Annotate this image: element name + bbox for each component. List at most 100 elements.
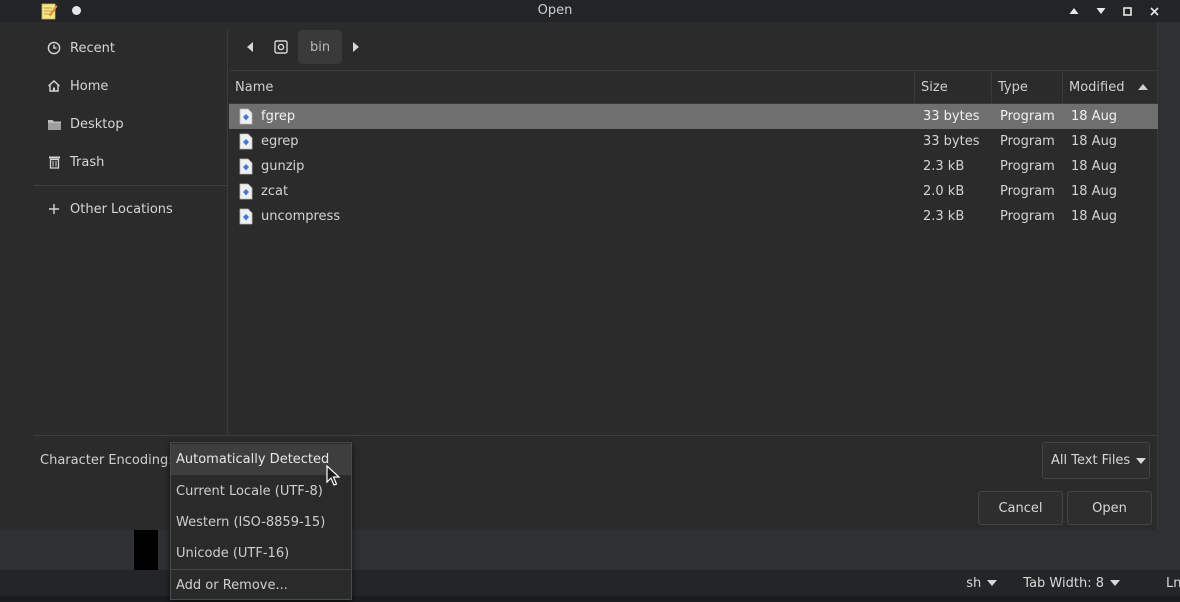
sidebar-item-label: Recent: [70, 40, 115, 56]
path-forward-button[interactable]: [342, 32, 370, 62]
shade-up-button[interactable]: [1060, 2, 1087, 20]
sidebar-item-trash[interactable]: Trash: [46, 150, 104, 174]
sidebar-item-home[interactable]: Home: [46, 74, 108, 98]
column-header-label: Modified: [1069, 80, 1125, 95]
file-row[interactable]: egrep 33 bytes Program 18 Aug: [229, 129, 1158, 154]
file-modified: 18 Aug: [1071, 159, 1118, 174]
file-size: 33 bytes: [923, 134, 980, 149]
file-row[interactable]: fgrep 33 bytes Program 18 Aug: [229, 104, 1158, 129]
encoding-add-remove-item[interactable]: Add or Remove...: [171, 570, 351, 601]
chevron-right-icon: [353, 42, 360, 52]
encoding-option-western[interactable]: Western (ISO-8859-15): [171, 507, 351, 538]
file-list: Name Size Type Modified fgrep 33 bytes P…: [229, 70, 1158, 435]
drive-icon: [274, 40, 288, 54]
sidebar-item-label: Other Locations: [70, 201, 173, 217]
sidebar-item-desktop[interactable]: Desktop: [46, 112, 124, 136]
executable-file-icon: [239, 158, 253, 175]
path-bar: bin: [236, 30, 370, 64]
cancel-button[interactable]: Cancel: [978, 491, 1063, 525]
sort-ascending-icon: [1138, 84, 1148, 90]
mouse-cursor-icon: [326, 465, 340, 486]
file-modified: 18 Aug: [1071, 134, 1118, 149]
column-header-label: Name: [235, 80, 274, 95]
executable-file-icon: [239, 108, 253, 125]
home-icon: [46, 78, 62, 94]
file-name: zcat: [261, 184, 289, 199]
breadcrumb-bin[interactable]: bin: [298, 30, 343, 64]
sidebar-item-label: Desktop: [70, 116, 124, 132]
tab-width-label: Tab Width: 8: [1023, 575, 1104, 591]
encoding-option-current-locale[interactable]: Current Locale (UTF-8): [171, 476, 351, 507]
character-encoding-menu: Automatically Detected Current Locale (U…: [170, 442, 352, 600]
chevron-down-icon: [1110, 580, 1120, 586]
file-size: 2.3 kB: [923, 159, 965, 174]
sidebar-separator: [34, 185, 228, 186]
chevron-left-icon: [247, 42, 253, 52]
maximize-icon: [1123, 6, 1132, 16]
sidebar-item-label: Trash: [70, 154, 105, 170]
column-header-label: Type: [998, 80, 1028, 95]
file-type: Program: [1000, 209, 1055, 224]
plus-icon: [46, 201, 62, 217]
file-modified: 18 Aug: [1071, 184, 1118, 199]
executable-file-icon: [239, 208, 253, 225]
sidebar-item-other-locations[interactable]: Other Locations: [46, 197, 173, 221]
editor-gutter-block: [134, 530, 158, 570]
column-header-name[interactable]: Name: [229, 71, 915, 104]
close-button[interactable]: [1141, 2, 1168, 20]
dialog-footer-separator: [34, 435, 1158, 436]
file-row[interactable]: uncompress 2.3 kB Program 18 Aug: [229, 204, 1158, 229]
file-name: fgrep: [261, 109, 296, 124]
file-name: gunzip: [261, 159, 305, 174]
file-modified: 18 Aug: [1071, 209, 1118, 224]
window-title: Open: [537, 3, 573, 18]
file-name: egrep: [261, 134, 299, 149]
file-filter-dropdown[interactable]: All Text Files: [1042, 442, 1150, 479]
file-row[interactable]: zcat 2.0 kB Program 18 Aug: [229, 179, 1158, 204]
encoding-option-unicode[interactable]: Unicode (UTF-16): [171, 538, 351, 569]
screen: sh Tab Width: 8 Ln Recent Home Desktop T…: [0, 0, 1180, 602]
file-type: Program: [1000, 159, 1055, 174]
sidebar-item-recent[interactable]: Recent: [46, 36, 115, 60]
file-size: 33 bytes: [923, 109, 980, 124]
open-button[interactable]: Open: [1067, 491, 1152, 525]
file-type: Program: [1000, 184, 1055, 199]
executable-file-icon: [239, 133, 253, 150]
file-name: uncompress: [261, 209, 341, 224]
maximize-button[interactable]: [1114, 2, 1141, 20]
file-modified: 18 Aug: [1071, 109, 1118, 124]
file-type: Program: [1000, 109, 1055, 124]
file-row[interactable]: gunzip 2.3 kB Program 18 Aug: [229, 154, 1158, 179]
tab-width-selector[interactable]: Tab Width: 8: [1023, 576, 1120, 591]
file-list-header: Name Size Type Modified: [229, 71, 1158, 104]
column-header-modified[interactable]: Modified: [1063, 71, 1158, 104]
title-bar: Open: [0, 0, 1180, 22]
triangle-up-icon: [1069, 8, 1078, 14]
path-root-button[interactable]: [264, 32, 298, 62]
window-controls: [1060, 2, 1168, 20]
file-size: 2.3 kB: [923, 209, 965, 224]
chevron-down-icon: [1136, 457, 1147, 464]
file-size: 2.0 kB: [923, 184, 965, 199]
clock-icon: [46, 40, 62, 56]
sidebar-item-label: Home: [70, 78, 109, 94]
file-filter-label: All Text Files: [1051, 453, 1131, 468]
executable-file-icon: [239, 183, 253, 200]
close-icon: [1150, 6, 1159, 16]
path-back-button[interactable]: [236, 32, 264, 62]
language-label: sh: [966, 575, 982, 591]
column-header-size[interactable]: Size: [915, 71, 992, 104]
column-header-label: Size: [921, 80, 948, 95]
language-selector[interactable]: sh: [966, 575, 998, 591]
cursor-position-label: Ln: [1166, 576, 1180, 591]
trash-icon: [46, 154, 62, 170]
triangle-down-icon: [1096, 8, 1105, 14]
folder-icon: [46, 116, 62, 132]
encoding-option-automatic[interactable]: Automatically Detected: [171, 444, 351, 475]
file-type: Program: [1000, 134, 1055, 149]
column-header-type[interactable]: Type: [992, 71, 1063, 104]
shade-down-button[interactable]: [1087, 2, 1114, 20]
chevron-down-icon: [987, 580, 998, 586]
character-encoding-label: Character Encoding:: [40, 453, 173, 468]
places-sidebar: Recent Home Desktop Trash Other Location…: [34, 29, 228, 435]
